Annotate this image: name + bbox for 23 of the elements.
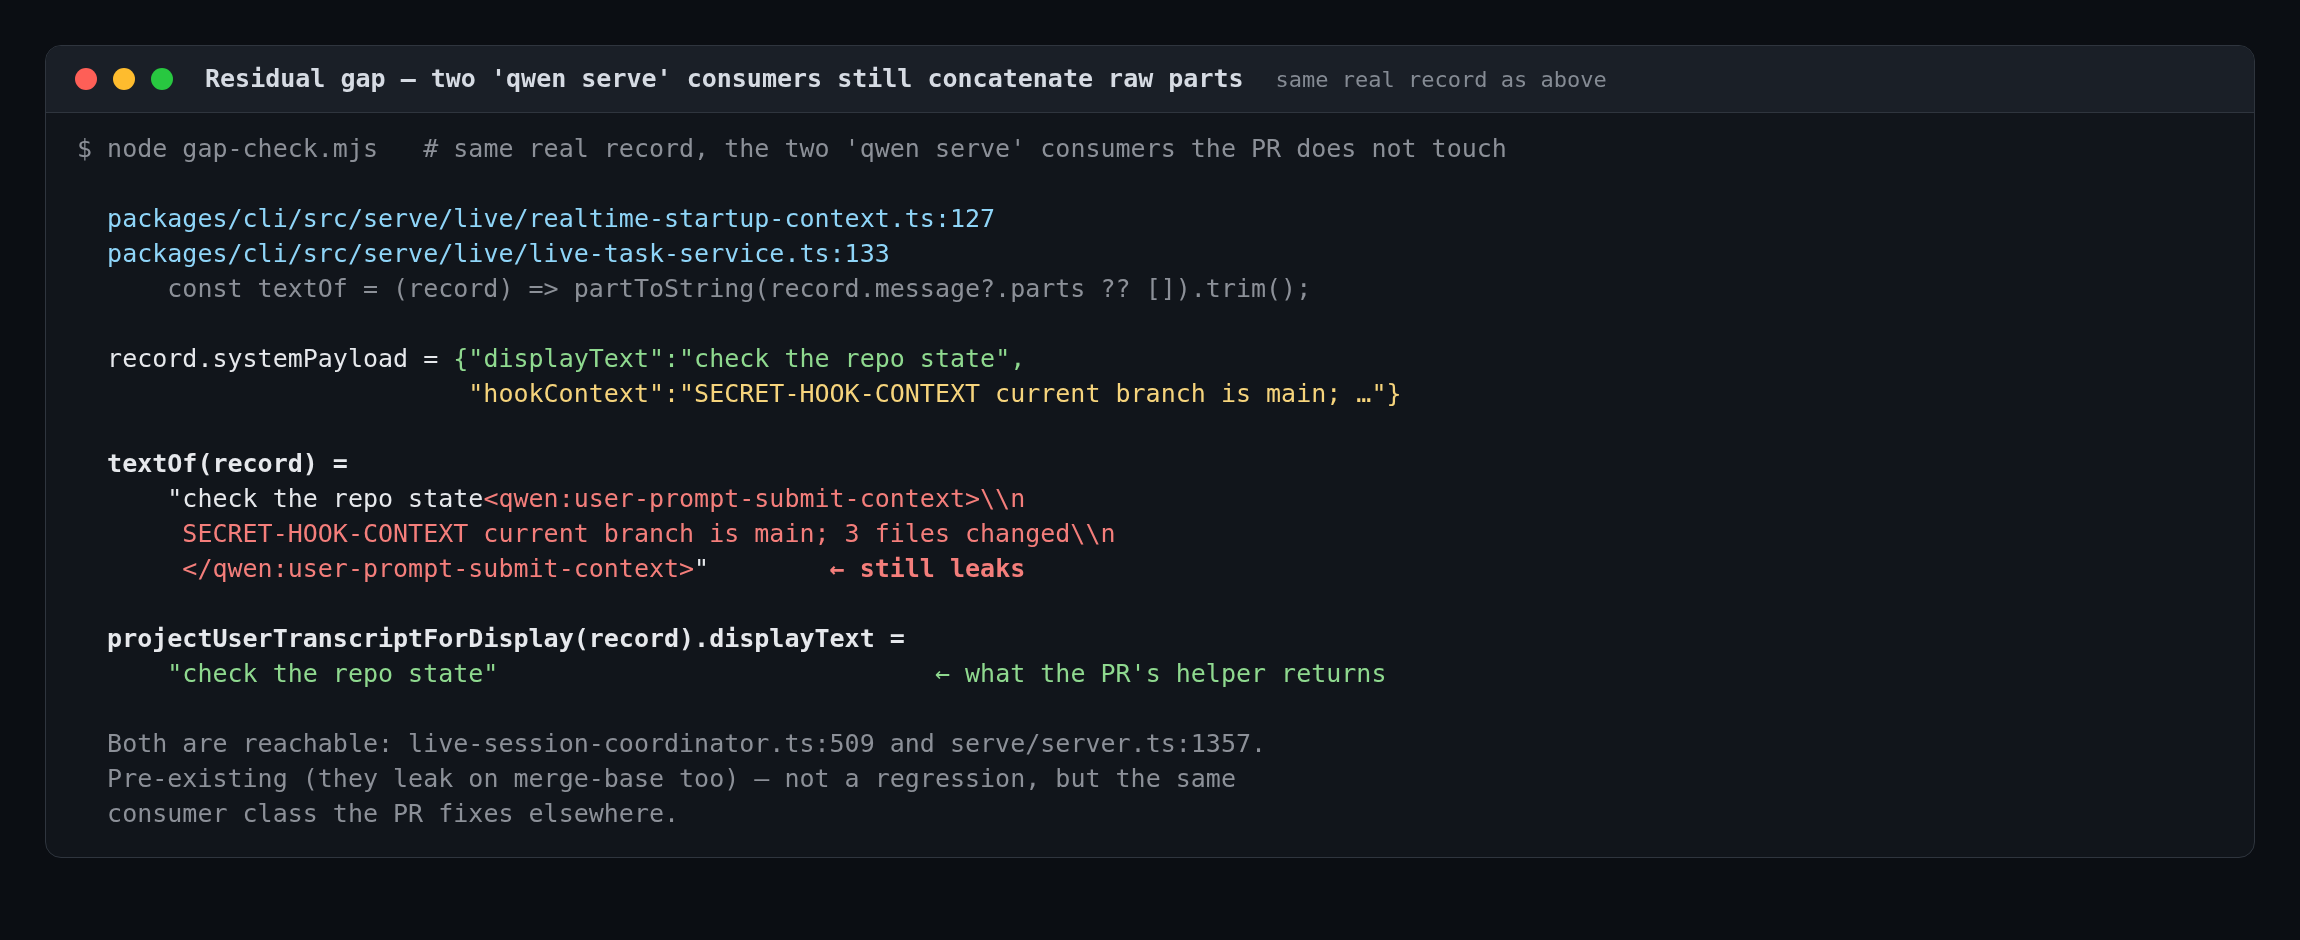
comment-text: # same real record, the two 'qwen serve' consumers the PR does not touch [423,133,1507,165]
code-heading: textOf(record) = [107,448,348,480]
result-text: "check the repo state" [167,658,499,690]
result-note: ← what the PR's helper returns [934,658,1387,690]
note-line: consumer class the PR fixes elsewhere. [107,798,680,830]
leak-note: ← still leaks [829,553,1026,585]
code-text: " [694,553,710,585]
window-subtitle: same real record as above [1275,65,1607,94]
code-line: const textOf = (record) => partToString(record.message?.parts ?? []).trim(); [167,273,1312,305]
payload-text: {"displayText":"check the repo state", [453,343,1026,375]
code-heading: projectUserTranscriptForDisplay(record).displayText = [107,623,905,655]
window-title: Residual gap — two 'qwen serve' consumers still concatenate raw parts [205,63,1244,96]
leak-text: </qwen:user-prompt-submit-context> [182,553,695,585]
command-text: $ node gap-check.mjs [77,133,379,165]
leak-text: <qwen:user-prompt-submit-context>\\n [483,483,1026,515]
file-path: packages/cli/src/serve/live/live-task-service.ts:133 [107,238,890,270]
note-line: Pre-existing (they leak on merge-base too) — not a regression, but the same [107,763,1236,795]
code-text: "check the repo state [167,483,484,515]
code-text: record.systemPayload = [107,343,439,375]
leak-text: SECRET-HOOK-CONTEXT current branch is main; 3 files changed\\n [182,518,1116,550]
note-line: Both are reachable: live-session-coordinator.ts:509 and serve/server.ts:1357. [107,728,1267,760]
payload-text: "hookContext":"SECRET-HOOK-CONTEXT current branch is main; …"} [468,378,1402,410]
file-path: packages/cli/src/serve/live/realtime-startup-context.ts:127 [107,203,996,235]
